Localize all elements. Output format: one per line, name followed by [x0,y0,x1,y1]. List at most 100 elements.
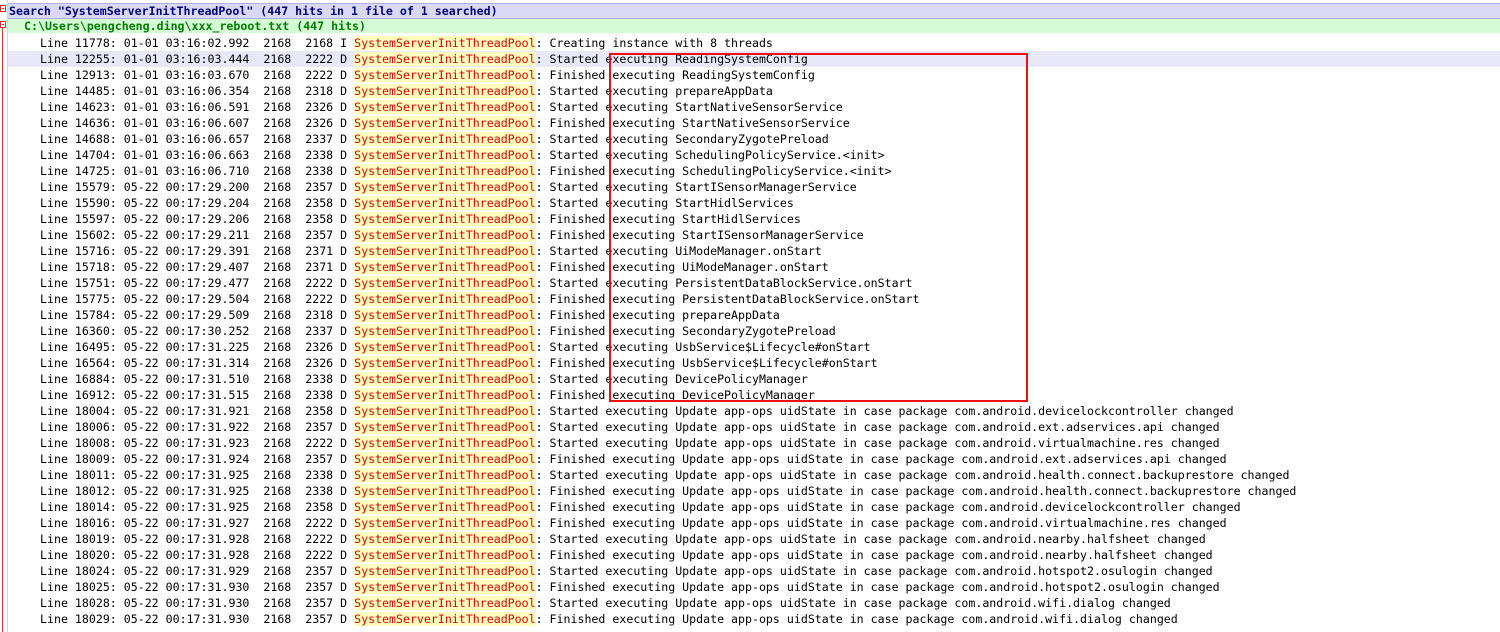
result-row[interactable]: Line 11778: 01-01 03:16:02.992 2168 2168… [8,35,1500,51]
result-line-message: : Started executing Update app-ops uidSt… [535,564,1213,578]
search-match-highlight: SystemServerInitThreadPool [354,148,536,162]
search-match-highlight: SystemServerInitThreadPool [354,516,536,530]
result-row[interactable]: Line 15775: 05-22 00:17:29.504 2168 2222… [8,291,1500,307]
result-row[interactable]: Line 18008: 05-22 00:17:31.923 2168 2222… [8,435,1500,451]
result-line-prefix: Line 14636: 01-01 03:16:06.607 2168 2326… [40,116,355,130]
result-line-message: : Finished executing StartNativeSensorSe… [535,116,850,130]
result-line-prefix: Line 18025: 05-22 00:17:31.930 2168 2357… [40,580,355,594]
result-row[interactable]: Line 18016: 05-22 00:17:31.927 2168 2222… [8,515,1500,531]
result-row[interactable]: Line 16884: 05-22 00:17:31.510 2168 2338… [8,371,1500,387]
result-row[interactable]: Line 12913: 01-01 03:16:03.670 2168 2222… [8,67,1500,83]
result-row[interactable]: Line 16564: 05-22 00:17:31.314 2168 2326… [8,355,1500,371]
result-row[interactable]: Line 14485: 01-01 03:16:06.354 2168 2318… [8,83,1500,99]
result-line-message: : Started executing Update app-ops uidSt… [535,404,1234,418]
result-row[interactable]: Line 15751: 05-22 00:17:29.477 2168 2222… [8,275,1500,291]
result-line-message: : Finished executing StartHidlServices [535,212,801,226]
result-row[interactable]: Line 14704: 01-01 03:16:06.663 2168 2338… [8,147,1500,163]
result-row[interactable]: Line 18029: 05-22 00:17:31.930 2168 2357… [8,611,1500,627]
result-line-prefix: Line 15784: 05-22 00:17:29.509 2168 2318… [40,308,355,322]
result-line-message: : Started executing ReadingSystemConfig [535,52,808,66]
search-match-highlight: SystemServerInitThreadPool [354,68,536,82]
result-row[interactable]: Line 18011: 05-22 00:17:31.925 2168 2338… [8,467,1500,483]
search-match-highlight: SystemServerInitThreadPool [354,276,536,290]
search-match-highlight: SystemServerInitThreadPool [354,612,536,626]
search-match-highlight: SystemServerInitThreadPool [354,356,536,370]
collapse-file-icon[interactable] [0,21,6,28]
result-row[interactable]: Line 18006: 05-22 00:17:31.922 2168 2357… [8,419,1500,435]
result-line-message: : Started executing prepareAppData [535,84,773,98]
result-line-message: : Finished executing ReadingSystemConfig [535,68,815,82]
result-row[interactable]: Line 18020: 05-22 00:17:31.928 2168 2222… [8,547,1500,563]
result-row[interactable]: Line 18009: 05-22 00:17:31.924 2168 2357… [8,451,1500,467]
result-line-message: : Started executing Update app-ops uidSt… [535,420,1220,434]
result-line-prefix: Line 18011: 05-22 00:17:31.925 2168 2338… [40,468,355,482]
result-line-prefix: Line 15716: 05-22 00:17:29.391 2168 2371… [40,244,355,258]
result-line-prefix: Line 15579: 05-22 00:17:29.200 2168 2357… [40,180,355,194]
result-row[interactable]: Line 14636: 01-01 03:16:06.607 2168 2326… [8,115,1500,131]
search-match-highlight: SystemServerInitThreadPool [354,548,536,562]
result-line-message: : Finished executing Update app-ops uidS… [535,548,1213,562]
result-line-message: : Finished executing SecondaryZygotePrel… [535,324,836,338]
search-match-highlight: SystemServerInitThreadPool [354,404,536,418]
result-line-message: : Started executing StartNativeSensorSer… [535,100,843,114]
search-match-highlight: SystemServerInitThreadPool [354,340,536,354]
result-line-message: : Started executing PersistentDataBlockS… [535,276,913,290]
result-line-message: : Finished executing StartISensorManager… [535,228,864,242]
result-row[interactable]: Line 18014: 05-22 00:17:31.925 2168 2358… [8,499,1500,515]
result-row[interactable]: Line 14623: 01-01 03:16:06.591 2168 2326… [8,99,1500,115]
file-results-header[interactable]: C:\Users\pengcheng.ding\xxx_reboot.txt (… [8,19,1500,33]
result-line-message: : Started executing Update app-ops uidSt… [535,468,1290,482]
search-match-highlight: SystemServerInitThreadPool [354,452,536,466]
result-row[interactable]: Line 18004: 05-22 00:17:31.921 2168 2358… [8,403,1500,419]
search-match-highlight: SystemServerInitThreadPool [354,228,536,242]
result-line-message: : Finished executing DevicePolicyManager [535,388,815,402]
result-line-message: : Started executing Update app-ops uidSt… [535,596,1171,610]
result-line-prefix: Line 18006: 05-22 00:17:31.922 2168 2357… [40,420,355,434]
result-row[interactable]: Line 18019: 05-22 00:17:31.928 2168 2222… [8,531,1500,547]
result-row[interactable]: Line 14725: 01-01 03:16:06.710 2168 2338… [8,163,1500,179]
result-row[interactable]: Line 16360: 05-22 00:17:30.252 2168 2337… [8,323,1500,339]
result-row[interactable]: Line 16495: 05-22 00:17:31.225 2168 2326… [8,339,1500,355]
collapse-search-icon[interactable] [0,5,6,12]
result-row[interactable]: Line 15579: 05-22 00:17:29.200 2168 2357… [8,179,1500,195]
result-row[interactable]: Line 15597: 05-22 00:17:29.206 2168 2358… [8,211,1500,227]
result-line-prefix: Line 16884: 05-22 00:17:31.510 2168 2338… [40,372,355,386]
result-line-prefix: Line 15718: 05-22 00:17:29.407 2168 2371… [40,260,355,274]
search-match-highlight: SystemServerInitThreadPool [354,260,536,274]
search-match-highlight: SystemServerInitThreadPool [354,84,536,98]
result-line-prefix: Line 18029: 05-22 00:17:31.930 2168 2357… [40,612,355,626]
result-line-message: : Started executing StartISensorManagerS… [535,180,857,194]
result-line-prefix: Line 14704: 01-01 03:16:06.663 2168 2338… [40,148,355,162]
search-results-header[interactable]: Search "SystemServerInitThreadPool" (447… [8,3,1500,19]
result-line-prefix: Line 18009: 05-22 00:17:31.924 2168 2357… [40,452,355,466]
search-match-highlight: SystemServerInitThreadPool [354,564,536,578]
result-row[interactable]: Line 18025: 05-22 00:17:31.930 2168 2357… [8,579,1500,595]
result-row[interactable]: Line 15718: 05-22 00:17:29.407 2168 2371… [8,259,1500,275]
result-line-message: : Started executing SecondaryZygotePrelo… [535,132,829,146]
search-match-highlight: SystemServerInitThreadPool [354,292,536,306]
result-line-prefix: Line 18014: 05-22 00:17:31.925 2168 2358… [40,500,355,514]
search-match-highlight: SystemServerInitThreadPool [354,308,536,322]
result-row[interactable]: Line 15716: 05-22 00:17:29.391 2168 2371… [8,243,1500,259]
search-match-highlight: SystemServerInitThreadPool [354,372,536,386]
result-row[interactable]: Line 14688: 01-01 03:16:06.657 2168 2337… [8,131,1500,147]
fold-line [2,28,3,632]
result-line-message: : Finished executing Update app-ops uidS… [535,452,1227,466]
search-match-highlight: SystemServerInitThreadPool [354,36,536,50]
search-match-highlight: SystemServerInitThreadPool [354,324,536,338]
result-row[interactable]: Line 15602: 05-22 00:17:29.211 2168 2357… [8,227,1500,243]
result-line-prefix: Line 15590: 05-22 00:17:29.204 2168 2358… [40,196,355,210]
result-row[interactable]: Line 15590: 05-22 00:17:29.204 2168 2358… [8,195,1500,211]
search-match-highlight: SystemServerInitThreadPool [354,532,536,546]
search-match-highlight: SystemServerInitThreadPool [354,388,536,402]
result-row[interactable]: Line 16912: 05-22 00:17:31.515 2168 2338… [8,387,1500,403]
result-row[interactable]: Line 18012: 05-22 00:17:31.925 2168 2338… [8,483,1500,499]
result-line-message: : Finished executing Update app-ops uidS… [535,500,1241,514]
result-row[interactable]: Line 15784: 05-22 00:17:29.509 2168 2318… [8,307,1500,323]
result-line-prefix: Line 14688: 01-01 03:16:06.657 2168 2337… [40,132,355,146]
result-row[interactable]: Line 18028: 05-22 00:17:31.930 2168 2357… [8,595,1500,611]
result-line-prefix: Line 16360: 05-22 00:17:30.252 2168 2337… [40,324,355,338]
result-line-message: : Creating instance with 8 threads [535,36,773,50]
result-row[interactable]: Line 12255: 01-01 03:16:03.444 2168 2222… [8,51,1500,67]
result-row[interactable]: Line 18024: 05-22 00:17:31.929 2168 2357… [8,563,1500,579]
